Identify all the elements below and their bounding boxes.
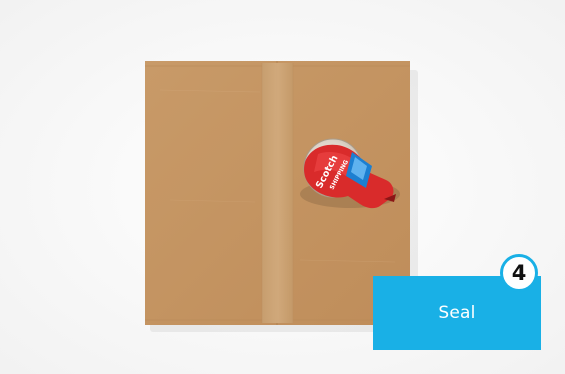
packing-tape-strip [261, 63, 294, 323]
step-number: 4 [511, 260, 527, 285]
step-number-badge: 4 [500, 254, 538, 292]
seal-step-illustration: Scotch SHIPPING Seal 4 [0, 0, 565, 374]
step-label: Seal [438, 303, 476, 323]
